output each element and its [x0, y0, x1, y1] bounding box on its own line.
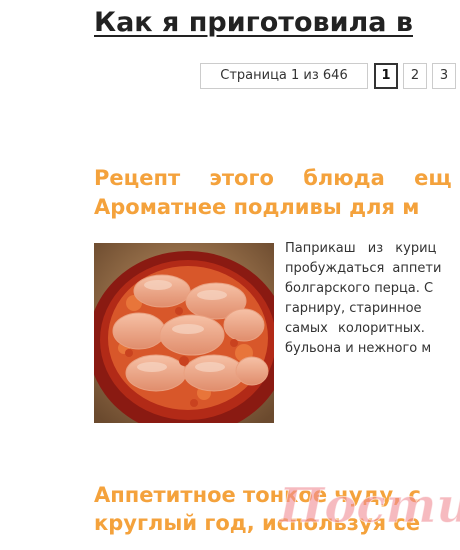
post-thumbnail[interactable]	[94, 243, 274, 423]
page-title[interactable]: Как я приготовила в	[94, 3, 413, 43]
post-title-line[interactable]: Рецепт этого блюда ещ	[94, 164, 452, 193]
excerpt-line: гарниру, старинное	[285, 301, 422, 316]
excerpt-line: Паприкаш из куриц	[285, 241, 437, 256]
page-3-button[interactable]: 3	[432, 63, 456, 89]
post-title-line[interactable]: круглый год, используя се	[94, 509, 420, 538]
page-2-button[interactable]: 2	[403, 63, 427, 89]
excerpt-line: пробуждаться аппети	[285, 261, 442, 276]
pagination-info: Страница 1 из 646	[200, 63, 368, 89]
excerpt-line: болгарского перца. С	[285, 281, 434, 296]
post-excerpt: Паприкаш из куриц пробуждаться аппети бо…	[285, 239, 460, 359]
post-title-line[interactable]: Ароматнее подливы для м	[94, 193, 419, 222]
excerpt-line: бульона и нежного м	[285, 341, 432, 356]
post-title-line[interactable]: Аппетитное тонкое чуду, с	[94, 481, 421, 510]
pagination: Страница 1 из 646 1 2 3	[200, 63, 460, 89]
page-1-button[interactable]: 1	[374, 63, 398, 89]
excerpt-line: самых колоритных.	[285, 321, 425, 336]
